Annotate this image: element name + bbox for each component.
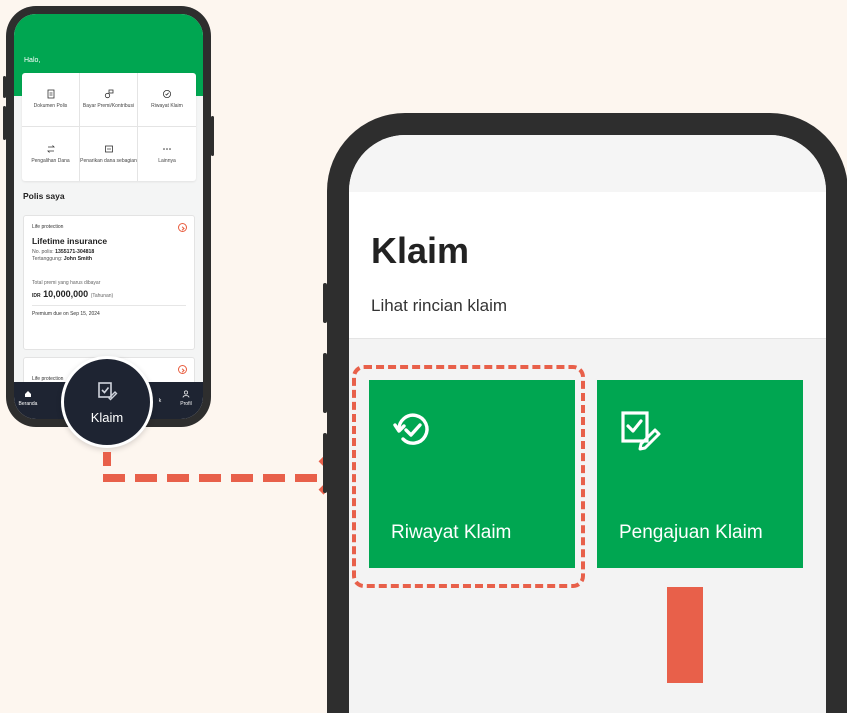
insured-row: Tertanggung: John Smith bbox=[32, 256, 186, 262]
more-icon bbox=[163, 147, 171, 150]
quick-menu: Dokumen Polis Bayar Premi/Kontribusi Riw… bbox=[22, 73, 196, 181]
policy-number-row: No. polis: 1355171-304818 bbox=[32, 249, 186, 255]
connector-dashed-line bbox=[103, 474, 325, 482]
policy-number: 1355171-304818 bbox=[55, 249, 95, 255]
menu-item-riwayat-klaim[interactable]: Riwayat Klaim bbox=[138, 73, 196, 127]
phone-side-button bbox=[3, 76, 6, 98]
insured-name: John Smith bbox=[63, 256, 92, 262]
phone-side-button bbox=[211, 116, 214, 156]
menu-item-label: Riwayat Klaim bbox=[151, 103, 183, 110]
menu-item-bayar-premi[interactable]: Bayar Premi/Kontribusi bbox=[80, 73, 138, 127]
document-icon bbox=[47, 89, 54, 99]
page-subtitle: Lihat rincian klaim bbox=[371, 296, 508, 315]
chevron-right-icon[interactable] bbox=[178, 365, 187, 374]
profile-icon bbox=[182, 390, 190, 398]
premium-due: Premium due on Sep 15, 2024 bbox=[32, 305, 186, 317]
status-area bbox=[349, 135, 826, 192]
nav-label: Beranda bbox=[18, 401, 38, 407]
withdraw-icon bbox=[104, 145, 113, 153]
claim-submit-icon bbox=[621, 411, 661, 451]
nav-item-profil[interactable]: Profil bbox=[174, 390, 198, 407]
transfer-icon bbox=[46, 144, 55, 153]
currency: IDR bbox=[32, 293, 41, 299]
premium-label: Total premi yang harus dibayar bbox=[32, 280, 101, 286]
nav-item-beranda[interactable]: Beranda bbox=[16, 390, 40, 407]
policy-number-label: No. polis: bbox=[32, 249, 54, 255]
history-icon bbox=[163, 90, 171, 99]
home-icon bbox=[25, 391, 31, 397]
greeting-text: Halo, bbox=[24, 57, 41, 64]
menu-item-label: Dokumen Polis bbox=[33, 103, 68, 110]
pay-icon bbox=[104, 89, 113, 99]
premium-period: (Tahunan) bbox=[90, 293, 114, 299]
page-title: Klaim bbox=[371, 230, 470, 271]
policy-card[interactable]: Life protection Lifetime insurance No. p… bbox=[23, 215, 195, 350]
section-title: Polis saya bbox=[23, 191, 65, 201]
menu-item-label: Bayar Premi/Kontribusi bbox=[82, 103, 135, 110]
menu-item-dokumen-polis[interactable]: Dokumen Polis bbox=[22, 73, 80, 127]
menu-item-penarikan-dana[interactable]: Penarikan dana sebagian bbox=[80, 127, 138, 181]
menu-item-label: Lainnya bbox=[158, 157, 176, 164]
tile-pengajuan-klaim[interactable]: Pengajuan Klaim bbox=[597, 380, 803, 568]
chevron-right-icon[interactable] bbox=[178, 223, 187, 232]
nav-label: Profil bbox=[180, 401, 192, 407]
klaim-nav-button[interactable]: Klaim bbox=[61, 356, 153, 448]
phone-side-button bbox=[323, 353, 327, 413]
premium-amount: 10,000,000 bbox=[43, 289, 89, 299]
phone-side-button bbox=[3, 106, 6, 140]
phone-side-button bbox=[323, 283, 327, 323]
menu-item-label: Penarikan dana sebagian bbox=[80, 157, 137, 164]
menu-item-pengalihan-dana[interactable]: Pengalihan Dana bbox=[22, 127, 80, 181]
insured-label: Tertanggung: bbox=[32, 256, 63, 262]
menu-item-lainnya[interactable]: Lainnya bbox=[138, 127, 196, 181]
claim-icon bbox=[98, 381, 118, 400]
policy-name: Lifetime insurance bbox=[32, 236, 108, 246]
phone-side-button bbox=[323, 433, 327, 493]
policy-category: Life protection bbox=[32, 224, 64, 230]
premium-amount-row: IDR 10,000,000 (Tahunan) bbox=[32, 289, 186, 299]
tile-label: Pengajuan Klaim bbox=[619, 522, 763, 543]
indicator-bar bbox=[667, 587, 703, 683]
bubble-label: Klaim bbox=[90, 409, 124, 425]
menu-item-label: Pengalihan Dana bbox=[31, 157, 70, 164]
highlight-dashed-box bbox=[352, 365, 585, 588]
